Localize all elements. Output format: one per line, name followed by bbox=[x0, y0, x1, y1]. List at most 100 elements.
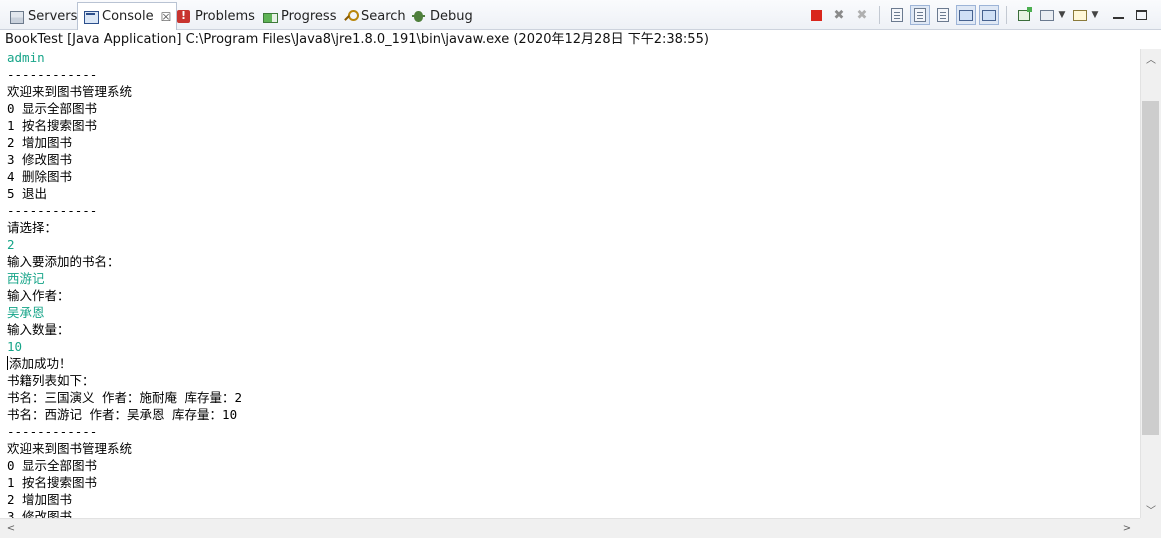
tab-console[interactable]: Console ☒ bbox=[77, 2, 178, 30]
open-console-icon bbox=[1073, 9, 1087, 21]
console-line-text: 输入要添加的书名： bbox=[7, 254, 120, 269]
console-output-line: 请选择： bbox=[7, 219, 1140, 236]
console-input-line: 吴承恩 bbox=[7, 304, 1140, 321]
console-line-text: ------------ bbox=[7, 424, 98, 439]
minimize-button[interactable] bbox=[1108, 5, 1128, 25]
console-output-line: 添加成功！ bbox=[7, 355, 1140, 372]
console-line-text: 2 增加图书 bbox=[7, 492, 73, 507]
console-line-text: 2 bbox=[7, 237, 15, 252]
word-wrap-button[interactable] bbox=[933, 5, 953, 25]
console-line-text: 4 删除图书 bbox=[7, 169, 73, 184]
scroll-thumb[interactable] bbox=[1142, 101, 1159, 435]
tab-search[interactable]: Search bbox=[337, 3, 411, 29]
show-console-on-error-icon bbox=[982, 9, 996, 21]
console-output-line: 输入要添加的书名： bbox=[7, 253, 1140, 270]
scroll-up-icon[interactable]: ︿ bbox=[1141, 49, 1161, 67]
console-line-text: 0 显示全部图书 bbox=[7, 458, 98, 473]
remove-launch-button[interactable]: ✖ bbox=[829, 5, 849, 25]
console-output-line: ------------ bbox=[7, 66, 1140, 83]
search-icon bbox=[342, 9, 359, 24]
tab-servers-label: Servers bbox=[28, 8, 78, 24]
console-output-line: 3 修改图书 bbox=[7, 508, 1140, 518]
maximize-button[interactable] bbox=[1131, 5, 1151, 25]
scroll-right-icon[interactable]: > bbox=[1118, 519, 1136, 538]
maximize-icon bbox=[1135, 10, 1147, 20]
console-line-text: 书名：西游记 作者：吴承恩 库存量：10 bbox=[7, 407, 238, 422]
console-line-text: 请选择： bbox=[7, 220, 58, 235]
terminate-button[interactable] bbox=[806, 5, 826, 25]
remove-launch-icon: ✖ bbox=[833, 7, 845, 23]
show-on-stdout-button[interactable] bbox=[956, 5, 976, 25]
console-toolbar: ✖ ✖ ▼ ▼ bbox=[803, 5, 1161, 25]
console-icon bbox=[83, 9, 99, 24]
console-line-text: 欢迎来到图书管理系统 bbox=[7, 441, 133, 456]
console-output[interactable]: admin ------------ 欢迎来到图书管理系统 0 显示全部图书 1 按名搜… bbox=[0, 49, 1140, 518]
console-output-line: 0 显示全部图书 bbox=[7, 100, 1140, 117]
console-output-line: 欢迎来到图书管理系统 bbox=[7, 83, 1140, 100]
tab-servers[interactable]: Servers bbox=[4, 3, 82, 29]
chevron-down-icon: ▼ bbox=[1058, 10, 1066, 20]
chevron-down-icon: ▼ bbox=[1091, 10, 1099, 20]
console-line-text: 1 按名搜索图书 bbox=[7, 475, 98, 490]
console-input-line: 10 bbox=[7, 338, 1140, 355]
minimize-icon bbox=[1112, 17, 1124, 19]
console-line-text: 欢迎来到图书管理系统 bbox=[7, 84, 133, 99]
horizontal-scrollbar[interactable]: < > bbox=[0, 518, 1140, 538]
console-line-text: admin bbox=[7, 50, 45, 65]
open-console-dropdown[interactable]: ▼ bbox=[1090, 5, 1100, 25]
display-selected-console-icon bbox=[1040, 9, 1054, 21]
tab-console-label: Console bbox=[102, 9, 154, 24]
display-console-dropdown[interactable]: ▼ bbox=[1057, 5, 1067, 25]
console-output-line: 2 增加图书 bbox=[7, 491, 1140, 508]
console-output-line: 书名：西游记 作者：吴承恩 库存量：10 bbox=[7, 406, 1140, 423]
console-line-text: 吴承恩 bbox=[7, 305, 45, 320]
console-line-text: 输入作者： bbox=[7, 288, 70, 303]
console-input-line: admin bbox=[7, 49, 1140, 66]
tab-progress-label: Progress bbox=[281, 8, 337, 24]
console-line-text: 1 按名搜索图书 bbox=[7, 118, 98, 133]
scroll-left-icon[interactable]: < bbox=[2, 519, 20, 538]
remove-all-icon: ✖ bbox=[856, 7, 868, 23]
progress-icon bbox=[262, 9, 278, 24]
servers-icon bbox=[9, 9, 24, 24]
console-output-line: 1 按名搜索图书 bbox=[7, 117, 1140, 134]
tab-problems[interactable]: Problems bbox=[171, 3, 260, 29]
console-line-text: 书名：三国演义 作者：施耐庵 库存量：2 bbox=[7, 390, 243, 405]
scroll-lock-icon bbox=[914, 8, 926, 22]
scroll-lock-button[interactable] bbox=[910, 5, 930, 25]
show-console-on-output-icon bbox=[959, 9, 973, 21]
remove-all-terminated-button[interactable]: ✖ bbox=[852, 5, 872, 25]
console-line-text: 西游记 bbox=[7, 271, 45, 286]
terminate-icon bbox=[810, 9, 822, 21]
console-output-line: ------------ bbox=[7, 423, 1140, 440]
close-icon[interactable]: ☒ bbox=[161, 10, 172, 24]
console-output-line: 3 修改图书 bbox=[7, 151, 1140, 168]
console-line-text: 3 修改图书 bbox=[7, 509, 73, 518]
console-line-text: ------------ bbox=[7, 203, 98, 218]
console-output-line: 欢迎来到图书管理系统 bbox=[7, 440, 1140, 457]
scrollbar-corner bbox=[1140, 518, 1161, 538]
console-output-line: 2 增加图书 bbox=[7, 134, 1140, 151]
tab-search-label: Search bbox=[361, 8, 406, 24]
console-line-text: ------------ bbox=[7, 67, 98, 82]
tab-debug[interactable]: Debug bbox=[406, 3, 478, 29]
pin-console-button[interactable] bbox=[1014, 5, 1034, 25]
vertical-scrollbar[interactable]: ︿ ﹀ bbox=[1140, 49, 1161, 518]
view-tab-bar: Servers Console ☒ Problems Progress Sear… bbox=[0, 0, 1161, 30]
console-line-text: 添加成功！ bbox=[9, 356, 72, 371]
scroll-down-icon[interactable]: ﹀ bbox=[1141, 500, 1161, 518]
toolbar-separator bbox=[1006, 6, 1007, 24]
clear-console-button[interactable] bbox=[887, 5, 907, 25]
console-output-line: 1 按名搜索图书 bbox=[7, 474, 1140, 491]
display-selected-console-button[interactable] bbox=[1037, 5, 1057, 25]
console-output-line: 0 显示全部图书 bbox=[7, 457, 1140, 474]
console-input-line: 2 bbox=[7, 236, 1140, 253]
tab-progress[interactable]: Progress bbox=[257, 3, 341, 29]
show-on-stderr-button[interactable] bbox=[979, 5, 999, 25]
pin-console-icon bbox=[1018, 6, 1032, 21]
clear-console-icon bbox=[891, 8, 903, 22]
open-console-button[interactable] bbox=[1070, 5, 1090, 25]
console-output-line: 输入数量： bbox=[7, 321, 1140, 338]
process-description: BookTest [Java Application] C:\Program F… bbox=[0, 30, 1161, 49]
problems-icon bbox=[176, 9, 191, 24]
